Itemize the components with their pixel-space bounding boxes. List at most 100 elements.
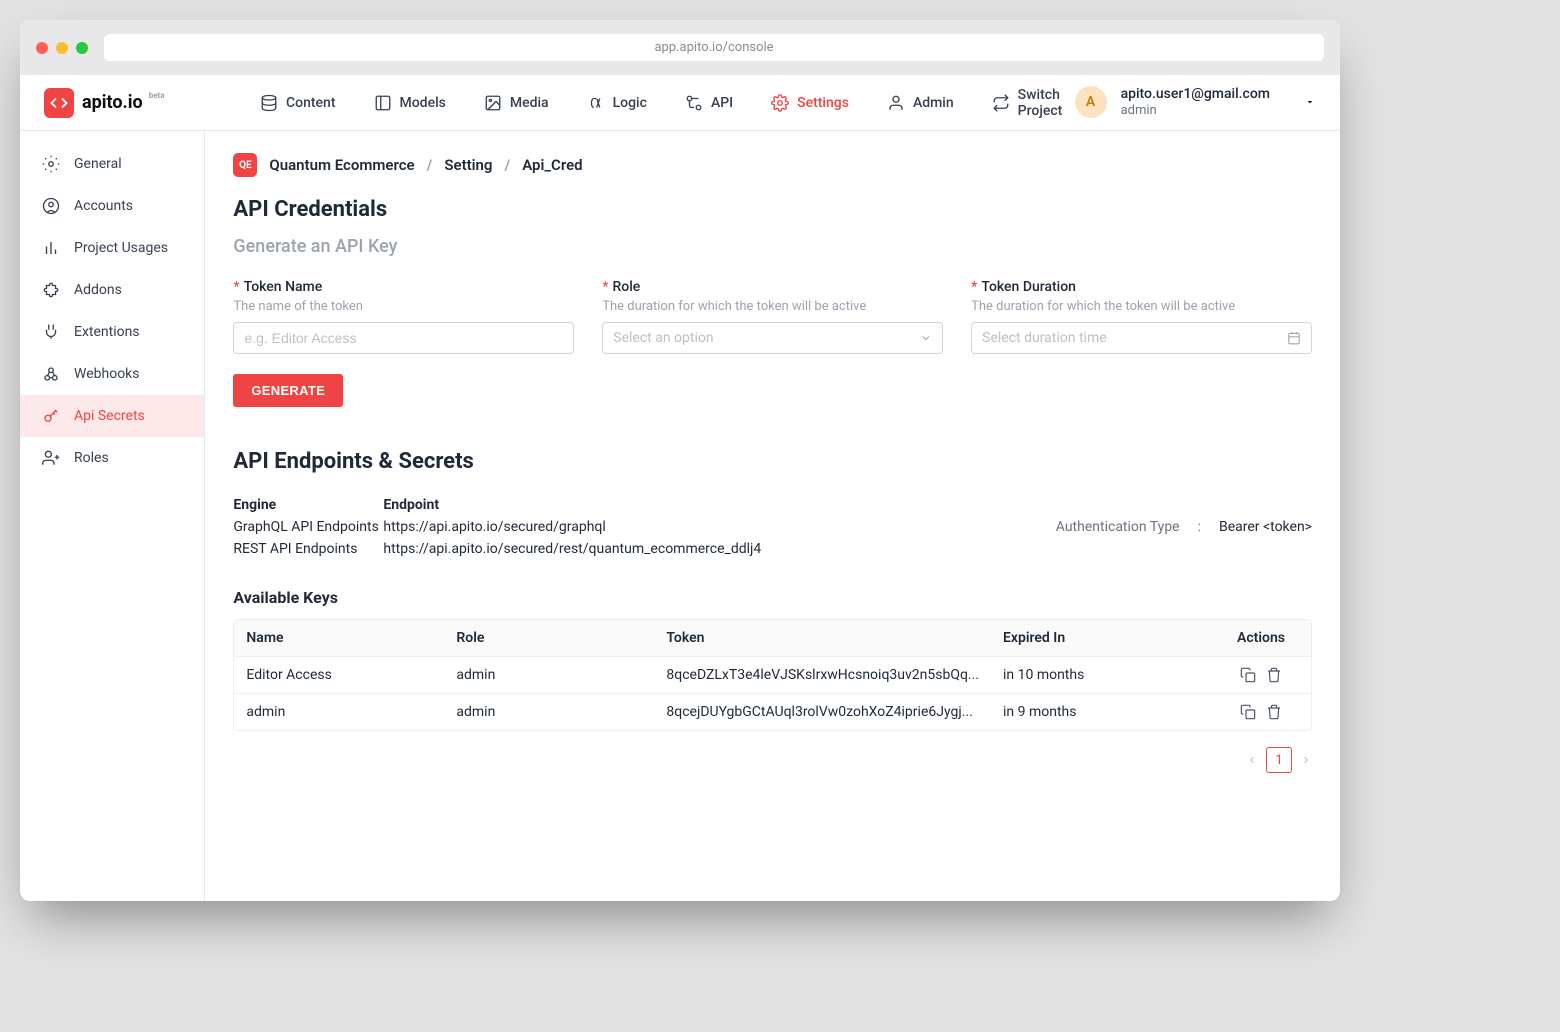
th-token: Token bbox=[654, 620, 991, 656]
sidebar-item-label: Roles bbox=[74, 450, 109, 466]
logo[interactable]: apito.io beta bbox=[44, 88, 244, 118]
trash-icon[interactable] bbox=[1266, 704, 1282, 720]
gear-icon bbox=[42, 155, 60, 173]
sidebar-item-webhooks[interactable]: Webhooks bbox=[20, 353, 204, 395]
nav-api[interactable]: API bbox=[685, 94, 733, 112]
chevron-down-icon bbox=[1304, 96, 1316, 108]
calendar-icon bbox=[1287, 331, 1301, 345]
webhook-icon bbox=[42, 365, 60, 383]
sidebar-item-api-secrets[interactable]: Api Secrets bbox=[20, 395, 204, 437]
endpoints-title: API Endpoints & Secrets bbox=[233, 449, 1312, 474]
th-expired: Expired In bbox=[991, 620, 1211, 656]
nav-settings[interactable]: Settings bbox=[771, 94, 849, 112]
endpoint-url: https://api.apito.io/secured/rest/quantu… bbox=[383, 538, 761, 560]
breadcrumb-part[interactable]: Quantum Ecommerce bbox=[269, 156, 414, 174]
breadcrumb-part[interactable]: Setting bbox=[444, 156, 492, 174]
nav-item-label: Media bbox=[510, 95, 549, 111]
token-name-input[interactable] bbox=[233, 322, 574, 354]
user-menu[interactable]: A apito.user1@gmail.com admin bbox=[1075, 86, 1316, 118]
endpoint-header-endpoint: Endpoint bbox=[383, 494, 439, 516]
generate-button[interactable]: GENERATE bbox=[233, 374, 343, 407]
td-name: Editor Access bbox=[234, 657, 444, 693]
td-token: 8qcejDUYgbGCtAUql3rolVw0zohXoZ4iprie6Jyg… bbox=[654, 694, 991, 730]
user-circle-icon bbox=[42, 197, 60, 215]
breadcrumb-separator: / bbox=[427, 156, 433, 174]
settings-sidebar: General Accounts Project Usages Addons E… bbox=[20, 131, 205, 901]
user-role: admin bbox=[1121, 103, 1270, 119]
logo-icon bbox=[44, 88, 74, 118]
auth-value: Bearer <token> bbox=[1219, 519, 1312, 535]
field-label: Token Name bbox=[244, 279, 323, 295]
page-next[interactable] bbox=[1300, 754, 1312, 766]
bar-chart-icon bbox=[42, 239, 60, 257]
nav-item-label: Admin bbox=[913, 95, 954, 111]
breadcrumb-separator: / bbox=[504, 156, 510, 174]
maximize-window-dot[interactable] bbox=[76, 42, 88, 54]
td-role: admin bbox=[444, 657, 654, 693]
minimize-window-dot[interactable] bbox=[56, 42, 68, 54]
plug-icon bbox=[42, 323, 60, 341]
address-bar[interactable]: app.apito.io/console bbox=[104, 34, 1324, 61]
td-expired: in 9 months bbox=[991, 694, 1211, 730]
sidebar-item-accounts[interactable]: Accounts bbox=[20, 185, 204, 227]
nav-switch-project[interactable]: Switch Project bbox=[992, 87, 1075, 119]
users-icon bbox=[42, 449, 60, 467]
user-email: apito.user1@gmail.com bbox=[1121, 86, 1270, 103]
page-number[interactable]: 1 bbox=[1266, 747, 1292, 773]
role-select[interactable]: Select an option bbox=[602, 322, 943, 354]
nav-logic[interactable]: Logic bbox=[587, 94, 647, 112]
sidebar-item-extensions[interactable]: Extentions bbox=[20, 311, 204, 353]
duration-select[interactable]: Select duration time bbox=[971, 322, 1312, 354]
sidebar-item-usages[interactable]: Project Usages bbox=[20, 227, 204, 269]
sidebar-item-roles[interactable]: Roles bbox=[20, 437, 204, 479]
nav-item-label: Logic bbox=[613, 95, 647, 111]
auth-label: Authentication Type bbox=[1056, 519, 1180, 535]
page-subtitle: Generate an API Key bbox=[233, 236, 1312, 257]
nav-content[interactable]: Content bbox=[260, 94, 336, 112]
nav-models[interactable]: Models bbox=[374, 94, 446, 112]
endpoint-engine: REST API Endpoints bbox=[233, 538, 383, 560]
close-window-dot[interactable] bbox=[36, 42, 48, 54]
nav-admin[interactable]: Admin bbox=[887, 94, 954, 112]
table-row: admin admin 8qcejDUYgbGCtAUql3rolVw0zohX… bbox=[234, 694, 1311, 730]
endpoint-url: https://api.apito.io/secured/graphql bbox=[383, 516, 605, 538]
sidebar-item-label: Addons bbox=[74, 282, 122, 298]
field-hint: The name of the token bbox=[233, 299, 574, 314]
key-icon bbox=[42, 407, 60, 425]
image-icon bbox=[484, 94, 502, 112]
sidebar-item-addons[interactable]: Addons bbox=[20, 269, 204, 311]
copy-icon[interactable] bbox=[1240, 704, 1256, 720]
field-hint: The duration for which the token will be… bbox=[971, 299, 1312, 314]
nav-item-label: Content bbox=[286, 95, 336, 111]
sidebar-item-general[interactable]: General bbox=[20, 143, 204, 185]
nav-item-label: Models bbox=[400, 95, 446, 111]
td-name: admin bbox=[234, 694, 444, 730]
td-token: 8qceDZLxT3e4leVJSKslrxwHcsnoiq3uv2n5sbQq… bbox=[654, 657, 991, 693]
trash-icon[interactable] bbox=[1266, 667, 1282, 683]
duration-field: *Token Duration The duration for which t… bbox=[971, 279, 1312, 354]
sidebar-item-label: Webhooks bbox=[74, 366, 140, 382]
top-navigation: apito.io beta Content Models Media Logic bbox=[20, 75, 1340, 131]
sidebar-item-label: Project Usages bbox=[74, 240, 168, 256]
logo-text: apito.io bbox=[82, 92, 143, 113]
function-icon bbox=[587, 94, 605, 112]
role-field: *Role The duration for which the token w… bbox=[602, 279, 943, 354]
th-role: Role bbox=[444, 620, 654, 656]
page-prev[interactable] bbox=[1246, 754, 1258, 766]
nav-item-label: Settings bbox=[797, 95, 849, 111]
copy-icon[interactable] bbox=[1240, 667, 1256, 683]
nav-item-label: API bbox=[711, 95, 733, 111]
switch-icon bbox=[992, 94, 1010, 112]
field-hint: The duration for which the token will be… bbox=[602, 299, 943, 314]
puzzle-icon bbox=[42, 281, 60, 299]
endpoint-row: REST API Endpoints https://api.apito.io/… bbox=[233, 538, 761, 560]
nav-media[interactable]: Media bbox=[484, 94, 549, 112]
th-actions: Actions bbox=[1211, 620, 1311, 656]
select-placeholder: Select an option bbox=[613, 330, 713, 346]
main-content: QE Quantum Ecommerce / Setting / Api_Cre… bbox=[205, 131, 1340, 901]
td-role: admin bbox=[444, 694, 654, 730]
chevron-down-icon bbox=[920, 332, 932, 344]
table-row: Editor Access admin 8qceDZLxT3e4leVJSKsl… bbox=[234, 657, 1311, 694]
sidebar-item-label: General bbox=[74, 156, 122, 172]
sidebar-item-label: Api Secrets bbox=[74, 408, 145, 424]
